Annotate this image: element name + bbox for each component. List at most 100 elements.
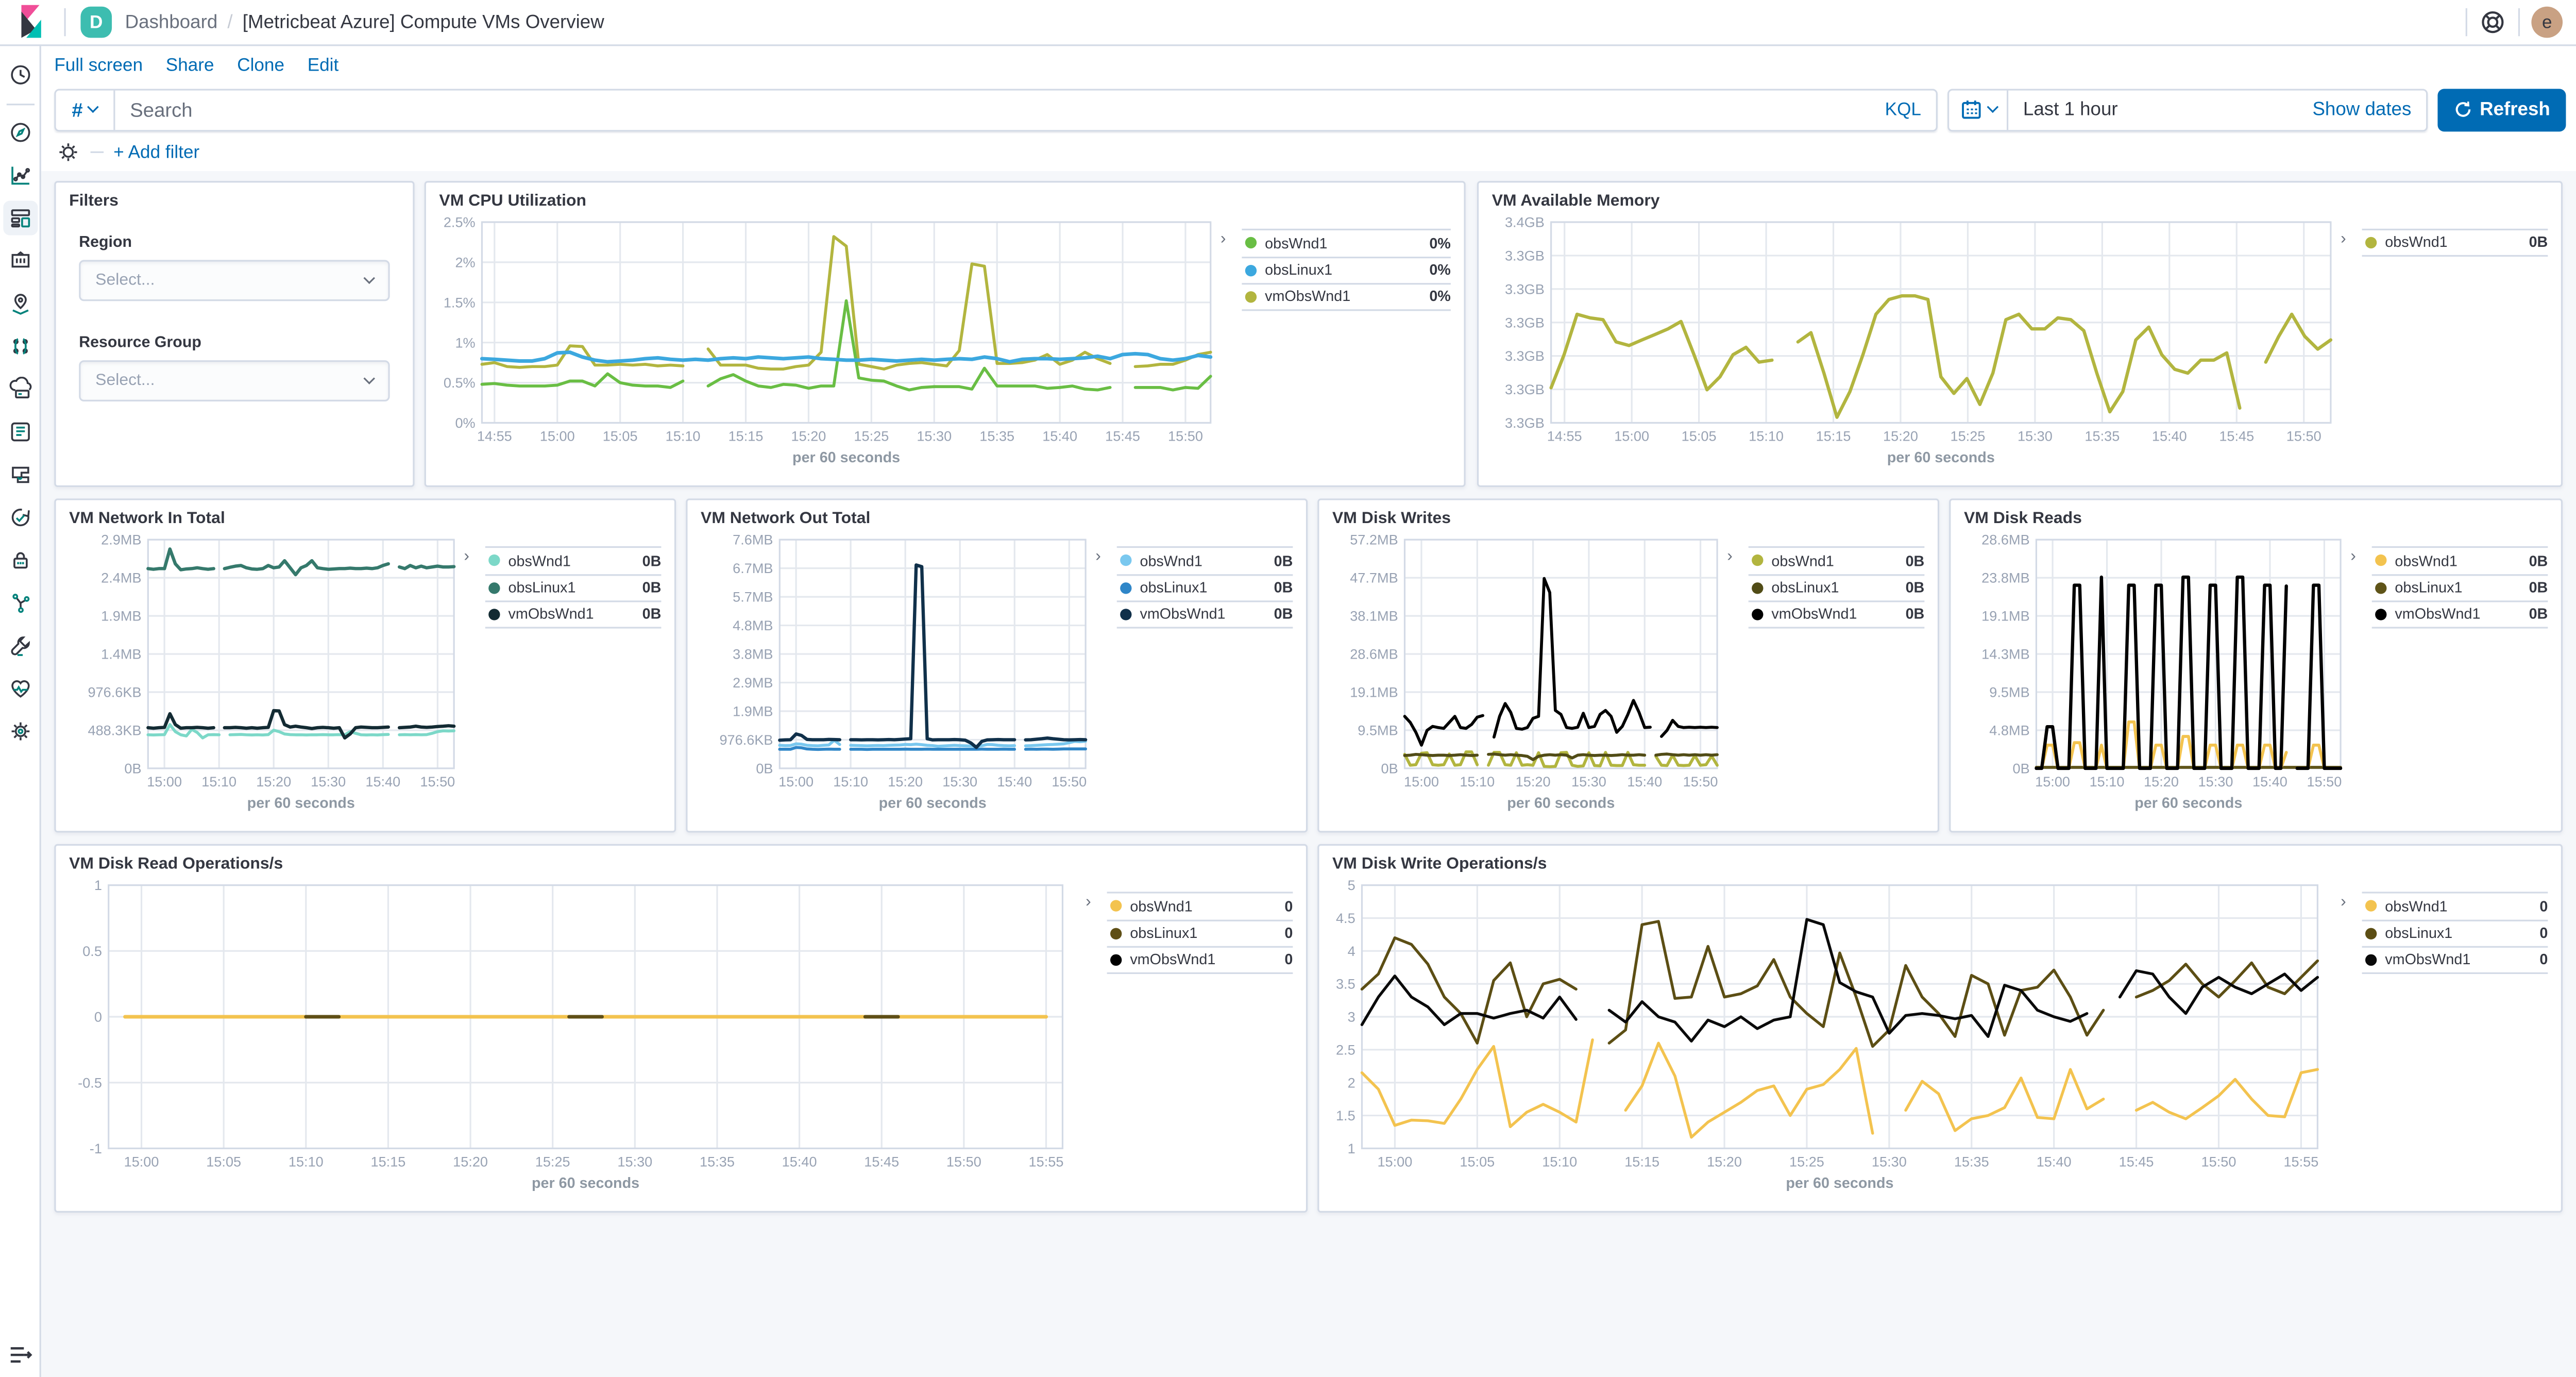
sidebar-item-discover[interactable] [3, 115, 37, 149]
legend-item-vmObsWnd1[interactable]: vmObsWnd10B [1749, 600, 1925, 628]
legend-expand-icon[interactable]: › [2350, 546, 2372, 818]
legend-item-obsWnd1[interactable]: obsWnd10B [1117, 546, 1293, 574]
sidebar-item-maps[interactable] [3, 287, 37, 321]
visualize-icon [7, 163, 32, 188]
svg-text:1: 1 [94, 877, 102, 893]
legend-item-obsLinux1[interactable]: obsLinux10B [1117, 574, 1293, 601]
breadcrumb-page-title: [Metricbeat Azure] Compute VMs Overview [243, 12, 604, 32]
clone-button[interactable]: Clone [237, 56, 284, 76]
legend-expand-icon[interactable]: › [1095, 546, 1117, 818]
sidebar-item-apm[interactable] [3, 586, 37, 620]
legend-item-vmObsWnd1[interactable]: vmObsWnd10B [1117, 600, 1293, 628]
sidebar-item-canvas[interactable] [3, 244, 37, 278]
legend-expand-icon[interactable]: › [1221, 229, 1242, 473]
svg-text:3.3GB: 3.3GB [1505, 281, 1545, 297]
svg-text:15:15: 15:15 [728, 428, 764, 444]
legend-expand-icon[interactable]: › [2341, 892, 2362, 1198]
legend-item-obsLinux1[interactable]: obsLinux10B [1749, 574, 1925, 601]
vm-network-out-panel: VM Network Out Total 0B976.6KB1.9MB2.9MB… [686, 498, 1308, 832]
svg-text:15:45: 15:45 [1105, 428, 1140, 444]
full-screen-button[interactable]: Full screen [54, 56, 143, 76]
sidebar-item-visualize[interactable] [3, 158, 37, 192]
breadcrumb-dashboard[interactable]: Dashboard [125, 12, 218, 32]
svg-text:15:50: 15:50 [420, 774, 455, 790]
sidebar-item-dev-tools[interactable] [3, 629, 37, 663]
sidebar-item-management[interactable] [3, 714, 37, 749]
legend-item-obsWnd1[interactable]: obsWnd10B [485, 546, 662, 574]
svg-text:1: 1 [1348, 1140, 1355, 1156]
kibana-logo[interactable] [20, 5, 43, 40]
edit-button[interactable]: Edit [308, 56, 339, 76]
legend-item-vmObsWnd1[interactable]: vmObsWnd10 [2362, 946, 2548, 973]
series-color-dot [1245, 291, 1257, 302]
legend-item-obsLinux1[interactable]: obsLinux10% [1242, 256, 1450, 283]
legend-item-obsWnd1[interactable]: obsWnd10% [1242, 229, 1450, 256]
series-last-value: 0B [642, 552, 662, 569]
legend-expand-icon[interactable]: › [1727, 546, 1749, 818]
legend-item-obsWnd1[interactable]: obsWnd10B [1749, 546, 1925, 574]
sidebar-item-logs[interactable] [3, 415, 37, 449]
legend-item-vmObsWnd1[interactable]: vmObsWnd10 [1107, 946, 1293, 973]
sidebar-item-infrastructure[interactable] [3, 372, 37, 407]
series-name: obsLinux1 [1771, 580, 1839, 596]
series-color-dot [1120, 555, 1131, 566]
svg-text:15:00: 15:00 [778, 774, 814, 790]
filters-panel: Filters Region Select... Resource Group … [54, 181, 414, 487]
legend-item-obsWnd1[interactable]: obsWnd10B [2362, 229, 2548, 256]
legend-expand-icon[interactable]: › [464, 546, 485, 818]
machine-learning-icon [7, 334, 32, 359]
refresh-button[interactable]: Refresh [2437, 88, 2566, 131]
apm-icon [7, 591, 32, 615]
sidebar-item-machine-learning[interactable] [3, 329, 37, 364]
series-name: vmObsWnd1 [1140, 606, 1225, 623]
add-filter-button[interactable]: + Add filter [113, 142, 199, 162]
uptime-icon [7, 505, 32, 530]
svg-text:15:10: 15:10 [289, 1154, 324, 1170]
show-dates-button[interactable]: Show dates [2312, 99, 2426, 119]
series-name: obsLinux1 [1140, 580, 1207, 596]
sidebar-item-dashboard[interactable] [3, 200, 37, 235]
chart-legend: ›obsWnd10obsLinux10vmObsWnd10 [2341, 892, 2548, 1198]
chart-legend: ›obsWnd10BobsLinux10BvmObsWnd10B [464, 546, 661, 818]
sidebar-item-recently-viewed[interactable] [3, 58, 37, 92]
kql-toggle[interactable]: KQL [1885, 99, 1936, 119]
legend-item-obsLinux1[interactable]: obsLinux10 [1107, 919, 1293, 946]
collapse-sidebar-icon[interactable] [7, 1341, 35, 1369]
legend-item-obsWnd1[interactable]: obsWnd10 [1107, 892, 1293, 919]
lock-icon [7, 548, 32, 573]
search-input[interactable]: Search [115, 98, 1885, 121]
time-range-value[interactable]: Last 1 hour [2008, 99, 2312, 119]
svg-text:0B: 0B [124, 761, 141, 777]
header-divider [2466, 8, 2467, 36]
filter-bar: + Add filter [41, 133, 2576, 171]
help-icon[interactable] [2479, 8, 2506, 36]
sidebar-item-stack-monitoring[interactable] [3, 671, 37, 706]
svg-text:15:50: 15:50 [2201, 1154, 2236, 1170]
sidebar-item-metrics[interactable] [3, 458, 37, 492]
legend-item-vmObsWnd1[interactable]: vmObsWnd10% [1242, 283, 1450, 310]
legend-item-obsLinux1[interactable]: obsLinux10B [485, 574, 662, 601]
svg-text:15:10: 15:10 [666, 428, 701, 444]
user-avatar[interactable]: e [2531, 7, 2563, 38]
space-avatar[interactable]: D [80, 7, 112, 38]
legend-item-obsWnd1[interactable]: obsWnd10B [2372, 546, 2548, 574]
chart-legend: ›obsWnd10%obsLinux10%vmObsWnd10% [1221, 229, 1451, 473]
resource-group-filter-select[interactable]: Select... [79, 360, 389, 401]
panel-title: VM Network In Total [69, 510, 661, 530]
share-button[interactable]: Share [166, 56, 214, 76]
calendar-menu-button[interactable] [1949, 90, 2008, 129]
legend-item-obsLinux1[interactable]: obsLinux10B [2372, 574, 2548, 601]
sidebar-item-uptime[interactable] [3, 500, 37, 535]
legend-expand-icon[interactable]: › [2341, 229, 2362, 473]
region-filter-select[interactable]: Select... [79, 260, 389, 301]
legend-item-vmObsWnd1[interactable]: vmObsWnd10B [2372, 600, 2548, 628]
saved-query-menu-button[interactable]: # [56, 90, 115, 129]
sidebar-item-siem[interactable] [3, 543, 37, 578]
filter-settings-gear-icon[interactable] [56, 140, 81, 164]
legend-item-vmObsWnd1[interactable]: vmObsWnd10B [485, 600, 662, 628]
legend-expand-icon[interactable]: › [1086, 892, 1107, 1198]
series-name: obsLinux1 [1130, 925, 1197, 942]
legend-item-obsWnd1[interactable]: obsWnd10 [2362, 892, 2548, 919]
svg-text:47.7MB: 47.7MB [1350, 570, 1398, 586]
legend-item-obsLinux1[interactable]: obsLinux10 [2362, 919, 2548, 946]
